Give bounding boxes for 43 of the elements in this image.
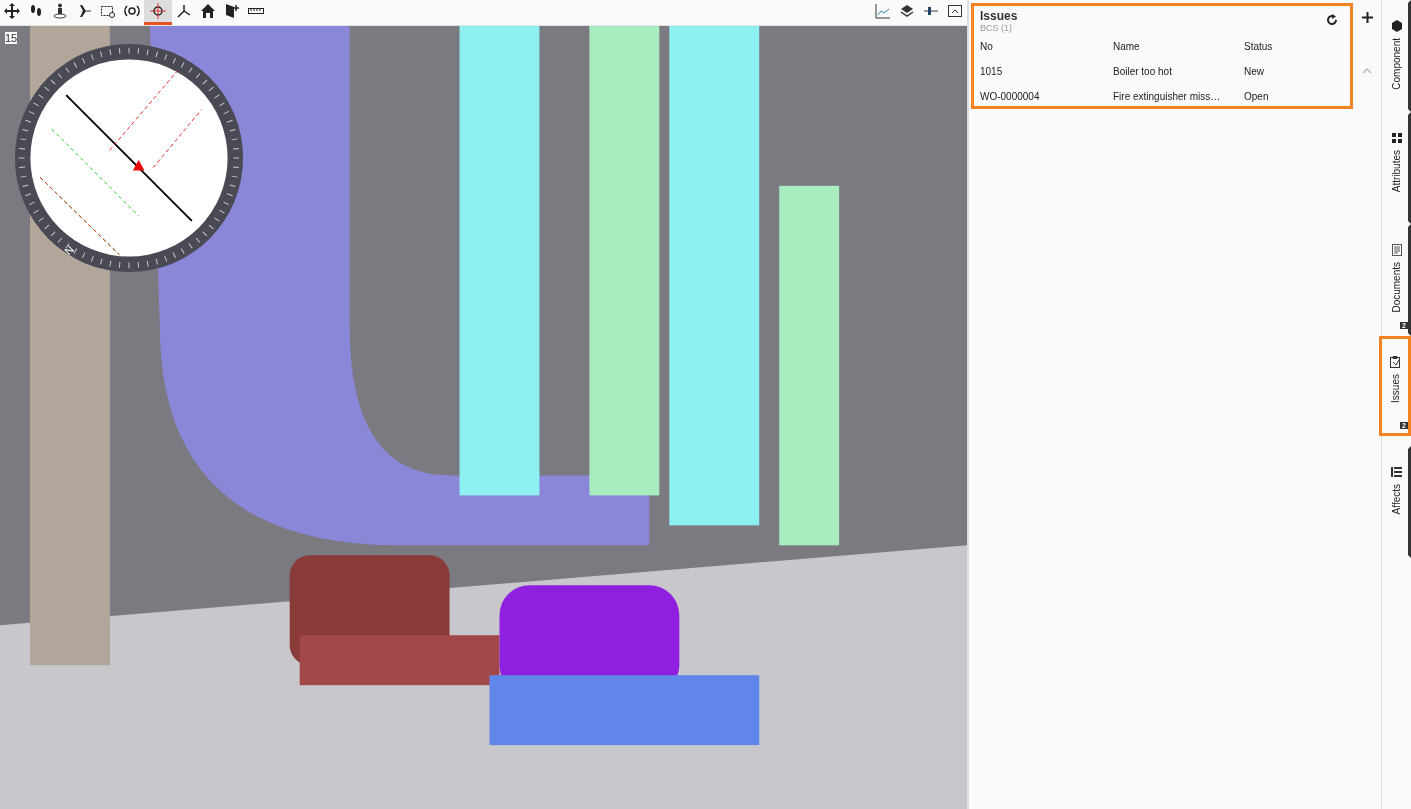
document-icon: [1390, 244, 1403, 256]
sidebar-tab[interactable]: Affects: [1382, 446, 1411, 558]
frame-rate-counter: 15: [5, 32, 18, 44]
tab-label: Component: [1391, 38, 1402, 90]
tool-button[interactable]: [144, 0, 172, 25]
compass[interactable]: N: [13, 42, 245, 274]
tab-label: Affects: [1391, 484, 1402, 515]
cube-icon: [1390, 20, 1403, 32]
3d-model-view[interactable]: 15 N: [0, 26, 967, 809]
panel-title: Issues: [980, 9, 1018, 23]
layers-icon: [899, 3, 915, 19]
axes-icon: [176, 3, 192, 19]
north-label: N: [61, 242, 77, 258]
orbit-icon: [124, 3, 140, 19]
person-icon: [52, 3, 68, 19]
table-cell-text: Boiler too hot: [1113, 66, 1173, 77]
table-cell-text: 1015: [980, 66, 1004, 77]
column-header[interactable]: Status: [1244, 41, 1344, 52]
table-cell-text: New: [1244, 66, 1265, 77]
target-icon: [150, 3, 166, 19]
chart-icon: [875, 3, 891, 19]
column-header[interactable]: Name: [1113, 41, 1244, 52]
grid-icon: [1390, 132, 1403, 144]
home-icon: [200, 3, 216, 19]
clipboard-icon: [1389, 356, 1401, 368]
add-icon[interactable]: [1361, 12, 1373, 23]
table-cell-text: Open: [1244, 91, 1270, 102]
list-icon: [1390, 466, 1403, 478]
window-icon: [947, 3, 963, 19]
table-cell-text: Fire extinguisher miss…: [1113, 91, 1222, 102]
tab-label: Issues: [1389, 374, 1401, 403]
table-cell-text: WO-0000004: [980, 91, 1041, 102]
refresh-icon[interactable]: [1326, 14, 1338, 26]
tab-label: Attributes: [1391, 150, 1402, 193]
sidebar-tab[interactable]: Component: [1382, 0, 1411, 112]
sidebar-tab[interactable]: Attributes: [1382, 112, 1411, 224]
tab-label: Documents: [1391, 262, 1402, 313]
move-icon: [4, 3, 20, 19]
flag-icon: [224, 3, 240, 19]
column-header[interactable]: No: [980, 41, 1113, 52]
footprints-icon: [28, 3, 44, 19]
panel-subtitle: BCS (1): [980, 23, 1013, 33]
zoom-box-icon: [100, 3, 116, 19]
